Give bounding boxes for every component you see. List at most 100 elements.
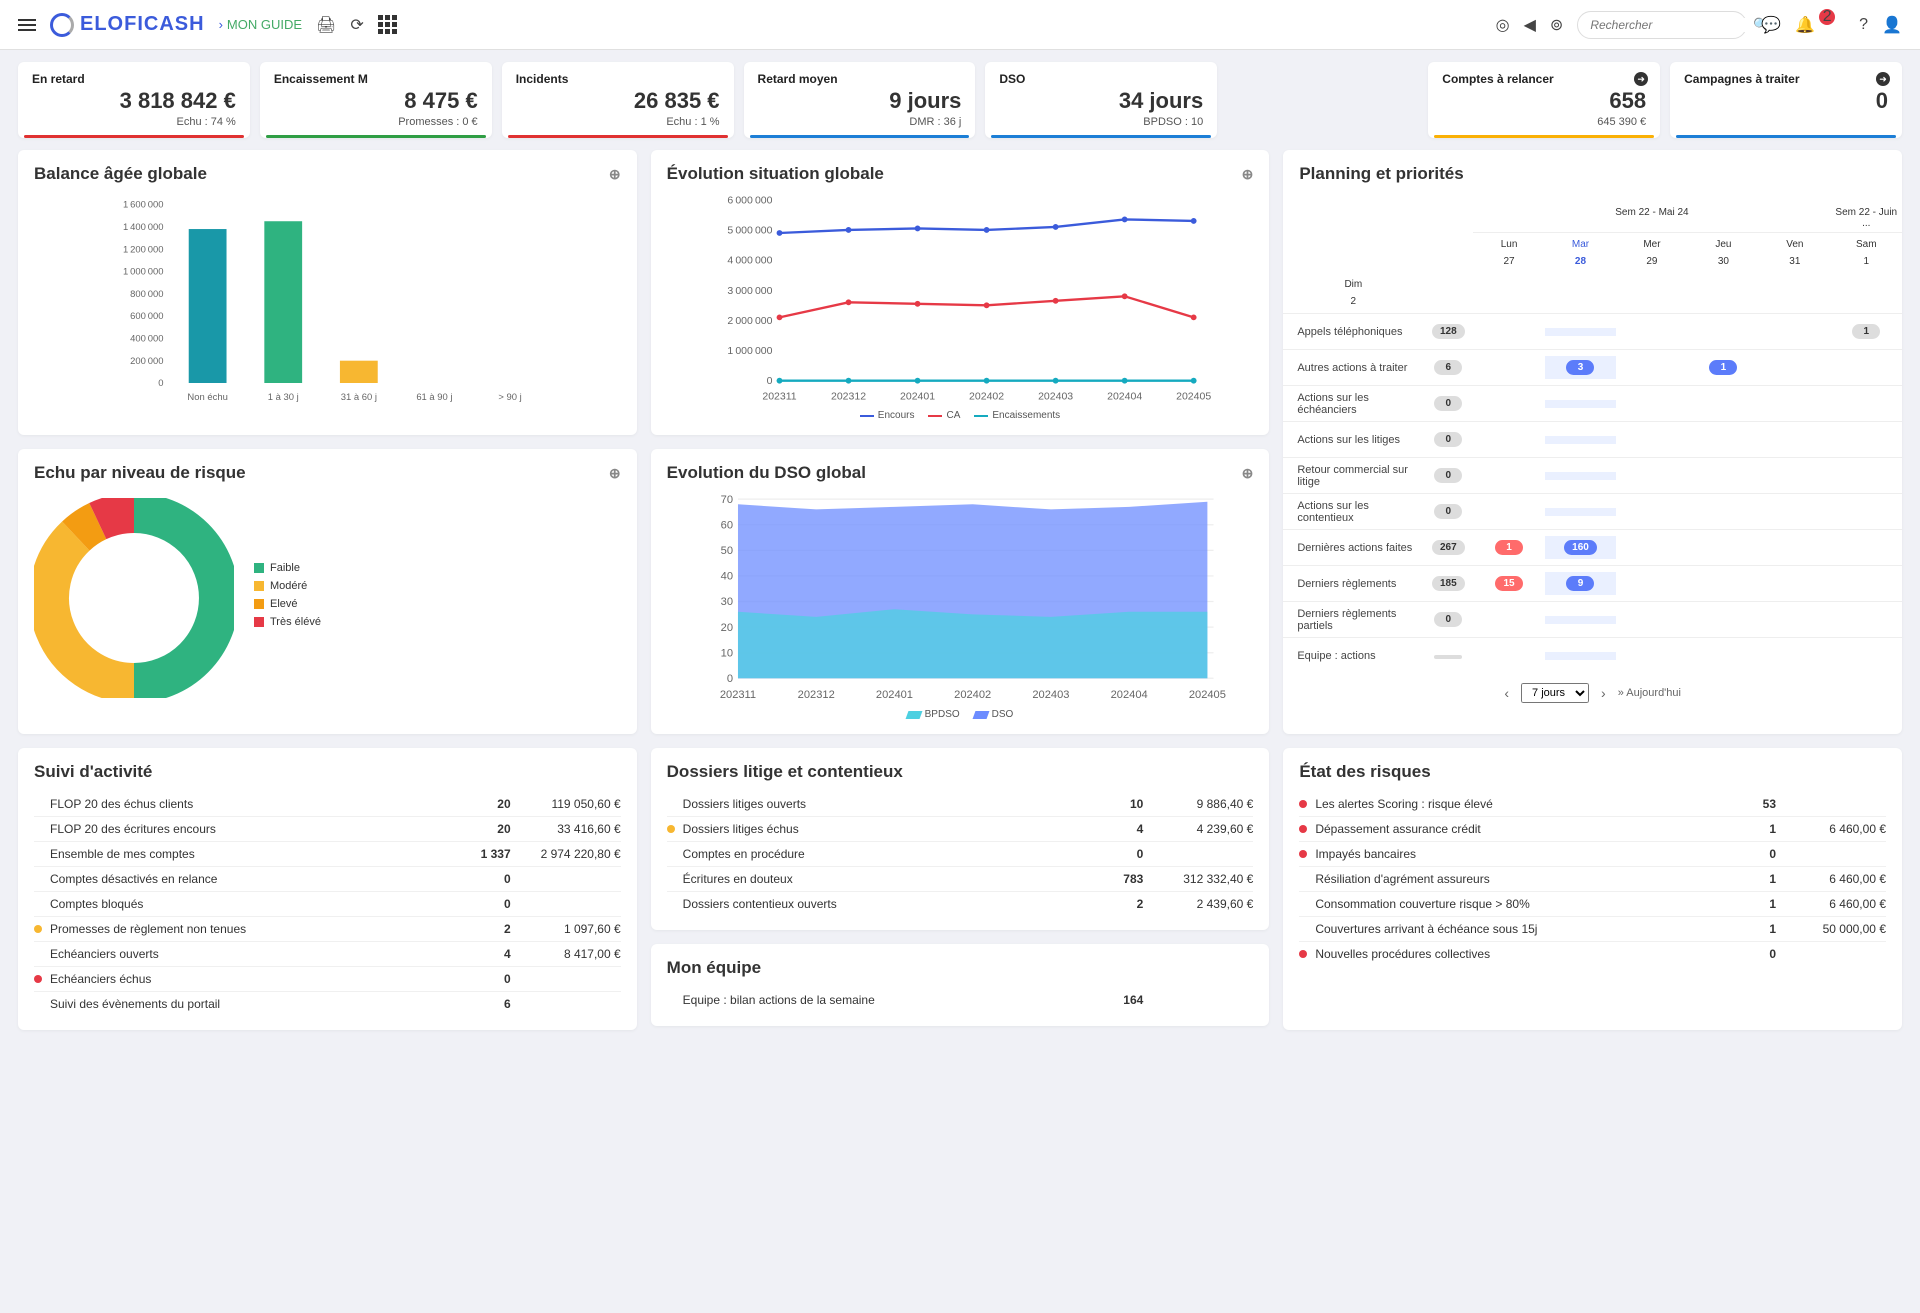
planning-cell[interactable] [1688,328,1759,336]
planning-cell[interactable] [1616,436,1687,444]
planning-cell[interactable] [1759,544,1830,552]
search-box[interactable]: 🔍 [1577,11,1747,39]
planning-cell[interactable] [1831,400,1902,408]
list-item[interactable]: FLOP 20 des échus clients 20 119 050,60 … [34,792,621,817]
list-item[interactable]: Comptes en procédure 0 [667,842,1254,867]
planning-row[interactable]: Derniers règlements 185159 [1283,565,1902,601]
planning-cell[interactable] [1831,580,1902,588]
help-icon[interactable]: ? [1859,16,1868,34]
planning-cell[interactable] [1759,436,1830,444]
refresh-icon[interactable]: ⟳ [350,15,363,35]
planning-cell[interactable] [1688,544,1759,552]
compass-icon[interactable]: ⊚ [1550,15,1563,35]
planning-cell[interactable] [1759,652,1830,660]
planning-row[interactable]: Retour commercial sur litige 0 [1283,457,1902,493]
planning-row[interactable]: Actions sur les contentieux 0 [1283,493,1902,529]
planning-cell[interactable]: 160 [1545,536,1616,559]
planning-row[interactable]: Dernières actions faites 2671160 [1283,529,1902,565]
list-item[interactable]: Promesses de règlement non tenues 2 1 09… [34,917,621,942]
planning-cell[interactable] [1616,328,1687,336]
planning-cell[interactable] [1759,580,1830,588]
prev-icon[interactable]: ‹ [1504,685,1509,701]
planning-cell[interactable] [1688,472,1759,480]
planning-cell[interactable] [1545,616,1616,624]
planning-cell[interactable] [1759,328,1830,336]
planning-cell[interactable] [1688,616,1759,624]
planning-cell[interactable] [1473,616,1544,624]
planning-row[interactable]: Autres actions à traiter 631 [1283,349,1902,385]
search-input[interactable] [1590,18,1747,32]
menu-icon[interactable] [18,19,36,31]
today-link[interactable]: » Aujourd'hui [1618,687,1681,699]
planning-cell[interactable] [1616,616,1687,624]
planning-cell[interactable] [1616,472,1687,480]
bell-icon[interactable]: 🔔 [1795,15,1815,35]
next-icon[interactable]: › [1601,685,1606,701]
planning-cell[interactable] [1688,580,1759,588]
planning-cell[interactable] [1759,616,1830,624]
apps-icon[interactable] [378,15,397,34]
planning-cell[interactable] [1831,364,1902,372]
planning-cell[interactable]: 1 [1831,320,1902,343]
planning-row[interactable]: Appels téléphoniques 1281 [1283,313,1902,349]
planning-cell[interactable] [1688,436,1759,444]
planning-row[interactable]: Actions sur les échéanciers 0 [1283,385,1902,421]
planning-cell[interactable] [1616,508,1687,516]
planning-cell[interactable] [1473,472,1544,480]
planning-cell[interactable] [1545,400,1616,408]
list-item[interactable]: Equipe : bilan actions de la semaine 164 [667,988,1254,1012]
list-item[interactable]: Comptes bloqués 0 [34,892,621,917]
planning-cell[interactable] [1831,544,1902,552]
planning-cell[interactable] [1545,436,1616,444]
planning-row[interactable]: Equipe : actions [1283,637,1902,673]
list-item[interactable]: Écritures en douteux 783 312 332,40 € [667,867,1254,892]
planning-cell[interactable] [1473,328,1544,336]
zoom-icon[interactable]: ⊕ [609,465,621,482]
kpi-card[interactable]: En retard 3 818 842 € Echu : 74 % [18,62,250,138]
logo[interactable]: ELOFICASH [50,13,205,37]
chat-icon[interactable]: 💬 [1761,15,1781,35]
list-item[interactable]: Nouvelles procédures collectives 0 [1299,942,1886,966]
planning-cell[interactable] [1831,508,1902,516]
planning-cell[interactable] [1545,508,1616,516]
list-item[interactable]: Dépassement assurance crédit 1 6 460,00 … [1299,817,1886,842]
list-item[interactable]: Echéanciers ouverts 4 8 417,00 € [34,942,621,967]
kpi-card[interactable]: DSO 34 jours BPDSO : 10 [985,62,1217,138]
zoom-icon[interactable]: ⊕ [609,166,621,183]
back-icon[interactable]: ◀ [1524,15,1536,35]
list-item[interactable]: Consommation couverture risque > 80% 1 6… [1299,892,1886,917]
kpi-card[interactable]: Retard moyen 9 jours DMR : 36 j [744,62,976,138]
planning-cell[interactable] [1473,436,1544,444]
planning-cell[interactable]: 1 [1688,356,1759,379]
planning-cell[interactable]: 15 [1473,572,1544,595]
zoom-icon[interactable]: ⊕ [1242,166,1254,183]
planning-cell[interactable] [1473,364,1544,372]
range-select[interactable]: 7 jours [1521,683,1589,703]
planning-cell[interactable] [1545,328,1616,336]
planning-cell[interactable] [1831,616,1902,624]
planning-cell[interactable] [1688,508,1759,516]
planning-cell[interactable] [1545,652,1616,660]
breadcrumb[interactable]: › MON GUIDE [219,17,302,32]
planning-cell[interactable] [1473,508,1544,516]
list-item[interactable]: Echéanciers échus 0 [34,967,621,992]
target-icon[interactable]: ◎ [1496,15,1510,35]
list-item[interactable]: Les alertes Scoring : risque élevé 53 [1299,792,1886,817]
print-icon[interactable]: 🖨 [316,15,336,35]
planning-cell[interactable] [1616,544,1687,552]
arrow-icon[interactable]: ➜ [1876,72,1890,86]
list-item[interactable]: Couvertures arrivant à échéance sous 15j… [1299,917,1886,942]
kpi-card[interactable]: Incidents 26 835 € Echu : 1 % [502,62,734,138]
planning-cell[interactable] [1688,652,1759,660]
list-item[interactable]: Résiliation d'agrément assureurs 1 6 460… [1299,867,1886,892]
list-item[interactable]: Dossiers contentieux ouverts 2 2 439,60 … [667,892,1254,916]
planning-cell[interactable] [1831,436,1902,444]
planning-cell[interactable] [1616,580,1687,588]
planning-cell[interactable] [1759,364,1830,372]
list-item[interactable]: Suivi des évènements du portail 6 [34,992,621,1016]
kpi-card[interactable]: ➜ Comptes à relancer 658 645 390 € [1428,62,1660,138]
planning-cell[interactable] [1759,508,1830,516]
planning-cell[interactable] [1473,652,1544,660]
planning-cell[interactable] [1473,400,1544,408]
list-item[interactable]: FLOP 20 des écritures encours 20 33 416,… [34,817,621,842]
